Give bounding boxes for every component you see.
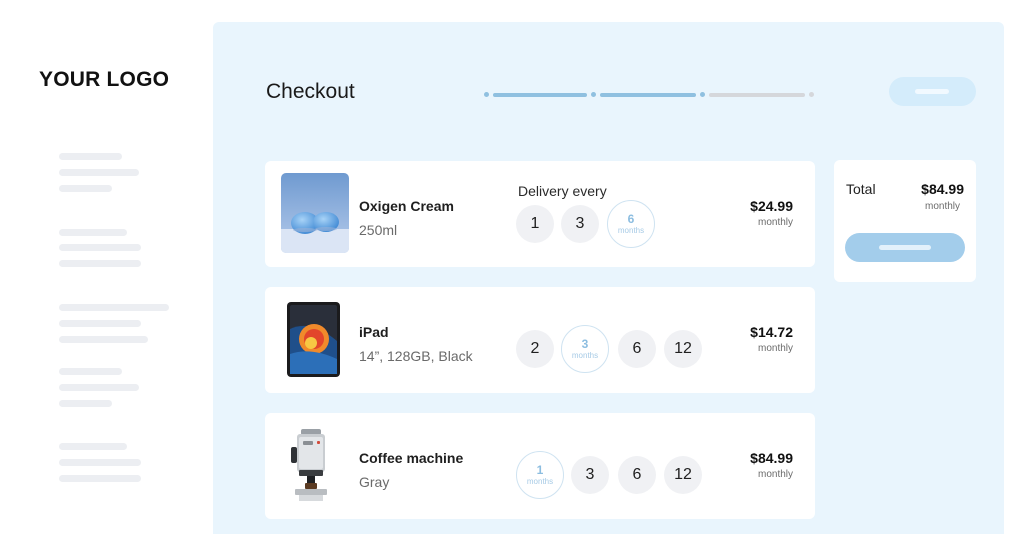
total-amount: $84.99 xyxy=(921,181,964,197)
coffee-machine-image xyxy=(281,425,349,505)
frequency-number: 3 xyxy=(575,215,585,232)
frequency-unit: months xyxy=(617,225,645,235)
sidebar-item-placeholder[interactable] xyxy=(59,459,141,466)
sidebar-item-placeholder[interactable] xyxy=(59,336,148,343)
product-detail: Gray xyxy=(359,474,390,490)
product-price: $24.99 monthly xyxy=(750,198,793,228)
sidebar-item-placeholder[interactable] xyxy=(59,368,122,375)
frequency-number: 6 xyxy=(627,211,635,226)
progress-dot xyxy=(809,92,814,97)
product-detail: 14”, 128GB, Black xyxy=(359,348,473,364)
frequency-option[interactable]: 3 xyxy=(571,456,609,494)
frequency-option[interactable]: 1 xyxy=(516,205,554,243)
price-period: monthly xyxy=(757,217,793,228)
frequency-option-selected[interactable]: 1 months xyxy=(516,451,564,499)
frequency-number: 2 xyxy=(530,340,540,357)
ipad-image xyxy=(281,299,349,379)
progress-step-done xyxy=(493,93,587,97)
order-summary: Total $84.99 monthly xyxy=(834,160,976,282)
frequency-option[interactable]: 6 xyxy=(618,330,656,368)
progress-step-done xyxy=(600,93,696,97)
button-label-placeholder xyxy=(915,89,949,94)
product-name: Oxigen Cream xyxy=(359,198,454,214)
checkout-button[interactable] xyxy=(845,233,965,262)
sidebar-item-placeholder[interactable] xyxy=(59,260,141,267)
button-label-placeholder xyxy=(879,245,931,250)
frequency-option[interactable]: 2 xyxy=(516,330,554,368)
checkout-app: YOUR LOGO Checkout Oxigen Cream 250ml De… xyxy=(0,0,1024,534)
logo: YOUR LOGO xyxy=(39,68,170,91)
price-amount: $14.72 xyxy=(750,324,793,340)
header-action-button[interactable] xyxy=(889,77,976,106)
sidebar-item-placeholder[interactable] xyxy=(59,400,112,407)
sidebar-item-placeholder[interactable] xyxy=(59,384,139,391)
product-card-ipad: iPad 14”, 128GB, Black 2 3 months 6 12 $… xyxy=(265,287,815,393)
page-title: Checkout xyxy=(266,80,355,103)
frequency-number: 1 xyxy=(530,215,540,232)
frequency-number: 12 xyxy=(674,466,692,483)
progress-dot xyxy=(484,92,489,97)
price-amount: $24.99 xyxy=(750,198,793,214)
sidebar-item-placeholder[interactable] xyxy=(59,185,112,192)
frequency-number: 3 xyxy=(585,466,595,483)
frequency-number: 12 xyxy=(674,340,692,357)
frequency-unit: months xyxy=(526,476,554,486)
product-price: $14.72 monthly xyxy=(750,324,793,354)
frequency-number: 6 xyxy=(632,466,642,483)
price-amount: $84.99 xyxy=(750,450,793,466)
sidebar-item-placeholder[interactable] xyxy=(59,320,141,327)
product-card-oxigen-cream: Oxigen Cream 250ml Delivery every 1 3 6 … xyxy=(265,161,815,267)
product-name: Coffee machine xyxy=(359,450,464,466)
product-detail: 250ml xyxy=(359,222,398,238)
progress-step-todo xyxy=(709,93,805,97)
cream-jars-image xyxy=(281,173,349,253)
frequency-number: 3 xyxy=(581,336,589,351)
frequency-number: 1 xyxy=(536,462,544,477)
frequency-option[interactable]: 12 xyxy=(664,330,702,368)
sidebar-item-placeholder[interactable] xyxy=(59,475,141,482)
total-period: monthly xyxy=(924,201,960,212)
delivery-label: Delivery every xyxy=(518,183,607,199)
sidebar-item-placeholder[interactable] xyxy=(59,153,122,160)
sidebar-item-placeholder[interactable] xyxy=(59,443,127,450)
checkout-progress xyxy=(484,90,814,98)
frequency-unit: months xyxy=(571,350,599,360)
sidebar-item-placeholder[interactable] xyxy=(59,304,169,311)
checkout-panel: Checkout Oxigen Cream 250ml Delivery eve… xyxy=(213,22,1004,534)
product-card-coffee-machine: Coffee machine Gray 1 months 3 6 12 $84.… xyxy=(265,413,815,519)
frequency-option[interactable]: 6 xyxy=(618,456,656,494)
total-label: Total xyxy=(846,181,876,197)
frequency-option-selected[interactable]: 3 months xyxy=(561,325,609,373)
progress-dot xyxy=(591,92,596,97)
frequency-option-selected[interactable]: 6 months xyxy=(607,200,655,248)
product-name: iPad xyxy=(359,324,389,340)
price-period: monthly xyxy=(757,343,793,354)
frequency-number: 6 xyxy=(632,340,642,357)
sidebar-item-placeholder[interactable] xyxy=(59,229,127,236)
product-price: $84.99 monthly xyxy=(750,450,793,480)
frequency-option[interactable]: 12 xyxy=(664,456,702,494)
sidebar-item-placeholder[interactable] xyxy=(59,169,139,176)
sidebar-item-placeholder[interactable] xyxy=(59,244,141,251)
price-period: monthly xyxy=(757,469,793,480)
progress-dot xyxy=(700,92,705,97)
frequency-option[interactable]: 3 xyxy=(561,205,599,243)
